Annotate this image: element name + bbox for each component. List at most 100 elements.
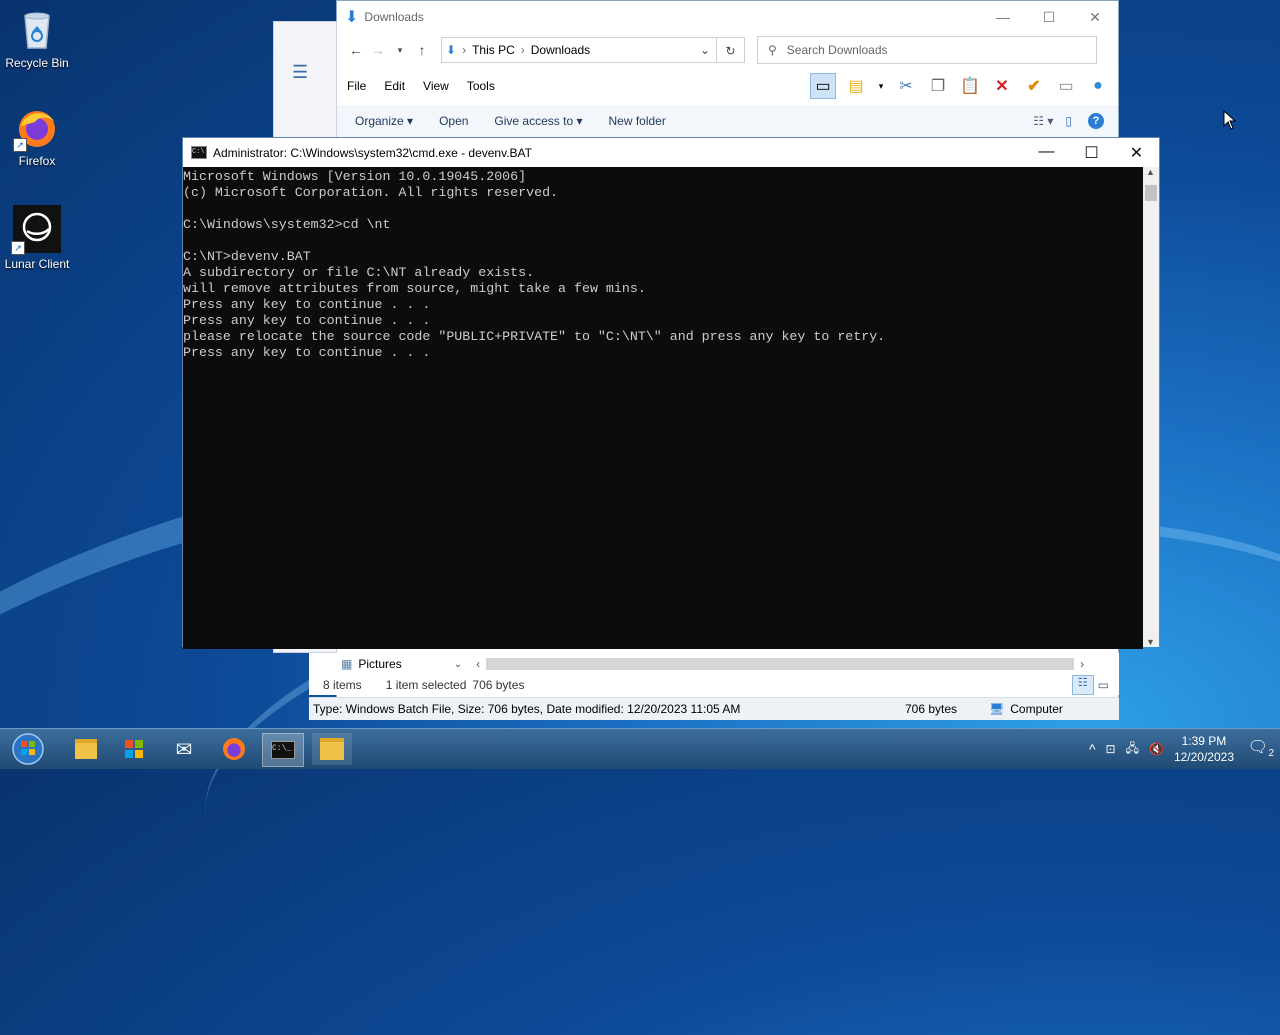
preview-pane-toggle-icon[interactable]: ▯ (1065, 114, 1072, 128)
large-icons-view-icon[interactable]: ▭ (1098, 678, 1109, 692)
mouse-cursor-icon (1223, 109, 1237, 133)
console-line: C:\Windows\system32>cd \nt (183, 217, 391, 232)
minimize-button[interactable]: — (1024, 143, 1069, 163)
taskbar-firefox[interactable] (214, 733, 254, 765)
scroll-left-icon[interactable]: ‹ (476, 657, 480, 671)
console-line: please relocate the source code "PUBLIC+… (183, 329, 886, 344)
taskbar-store[interactable] (114, 733, 154, 765)
search-icon: ⚲ (768, 43, 777, 57)
menu-view[interactable]: View (423, 79, 449, 93)
menu-tools[interactable]: Tools (467, 79, 495, 93)
delete-icon[interactable]: ✕ (990, 74, 1014, 98)
location-label: Computer (1010, 702, 1063, 716)
maximize-button[interactable]: ☐ (1069, 143, 1114, 163)
taskbar-folder[interactable] (312, 733, 352, 765)
cmd-window[interactable]: C:\ Administrator: C:\Windows\system32\c… (182, 137, 1160, 649)
globe-icon[interactable]: ● (1086, 74, 1110, 98)
recent-dropdown-icon[interactable]: ▾ (389, 45, 411, 56)
desktop-icon-recycle-bin[interactable]: Recycle Bin (0, 8, 74, 70)
search-placeholder: Search Downloads (786, 43, 888, 57)
organize-label: Organize (355, 114, 404, 128)
new-folder-button[interactable]: New folder (608, 114, 665, 128)
start-button[interactable] (8, 733, 48, 765)
network-icon[interactable]: 🖧 (1126, 739, 1139, 760)
minimize-button[interactable]: — (980, 9, 1026, 26)
volume-muted-icon[interactable]: 🔇 (1149, 742, 1164, 756)
back-arrow-icon[interactable]: ← (345, 42, 367, 58)
vertical-scrollbar[interactable]: ▲ ▼ (1143, 167, 1159, 647)
location-info: 🖥 Computer (989, 702, 1119, 716)
item-count: 8 items (323, 678, 362, 692)
clock[interactable]: 1:39 PM 12/20/2023 (1174, 733, 1234, 765)
refresh-button[interactable]: ↻ (717, 37, 745, 63)
taskbar: ✉ C:\_ ^ ⊡ 🖧 🔇 1:39 PM 12/20/2023 🗨 2 (0, 728, 1280, 769)
horizontal-scrollbar[interactable] (486, 658, 1075, 670)
usb-device-icon[interactable]: ⊡ (1106, 742, 1116, 756)
system-tray: ^ ⊡ 🖧 🔇 1:39 PM 12/20/2023 (1089, 729, 1234, 769)
organize-button[interactable]: Organize ▾ (355, 114, 413, 128)
clock-time: 1:39 PM (1181, 734, 1227, 748)
menu-file[interactable]: File (347, 79, 366, 93)
forward-arrow-icon[interactable]: → (367, 42, 389, 58)
desktop-icon-label: Lunar Client (4, 257, 70, 271)
window-title: Administrator: C:\Windows\system32\cmd.e… (213, 145, 532, 160)
chevron-right-icon: › (520, 43, 525, 57)
paste-icon[interactable]: 📋 (958, 74, 982, 98)
taskbar-cmd[interactable]: C:\_ (262, 733, 304, 767)
file-info: Type: Windows Batch File, Size: 706 byte… (313, 702, 741, 716)
console-line: Microsoft Windows [Version 10.0.19045.20… (183, 169, 527, 184)
downloads-arrow-icon: ⬇ (345, 9, 359, 26)
menu-edit[interactable]: Edit (384, 79, 405, 93)
clock-date: 12/20/2023 (1173, 750, 1234, 764)
breadcrumb-this-pc[interactable]: This PC (472, 43, 515, 57)
console-line: Press any key to continue . . . (183, 313, 431, 328)
nav-item-pictures[interactable]: Pictures (358, 657, 401, 671)
menu-bar: File Edit View Tools ▭ ▤ ▾ ✂ ❐ 📋 ✕ ✔ ▭ ● (337, 67, 1118, 105)
chevron-down-icon[interactable]: ⌄ (454, 659, 462, 670)
view-options-icon[interactable]: ☷ ▾ (1033, 114, 1053, 128)
breadcrumb-downloads[interactable]: Downloads (531, 43, 590, 57)
rename-icon[interactable]: ▭ (1054, 74, 1078, 98)
computer-icon: 🖥 (989, 702, 1005, 716)
desktop-icon-lunar-client[interactable]: ↗ Lunar Client (0, 205, 74, 271)
up-arrow-icon[interactable]: ↑ (411, 42, 433, 58)
scroll-up-icon[interactable]: ▲ (1146, 167, 1155, 177)
address-bar[interactable]: ⬇ › This PC › Downloads ⌄ (441, 37, 717, 63)
details-view-icon[interactable]: ☷ (1071, 675, 1094, 695)
copy-icon[interactable]: ❐ (926, 74, 950, 98)
window-title: Downloads (364, 10, 424, 24)
close-button[interactable]: ✕ (1114, 143, 1159, 163)
taskbar-file-explorer[interactable] (66, 733, 106, 765)
folder-icon (320, 738, 344, 760)
mail-icon: ✉ (175, 738, 193, 761)
address-row: ← → ▾ ↑ ⬇ › This PC › Downloads ⌄ ↻ ⚲ Se… (337, 33, 1118, 67)
lunar-client-icon: ↗ (11, 205, 61, 255)
notification-center-icon[interactable]: 🗨 2 (1248, 737, 1274, 759)
maximize-button[interactable]: ☐ (1026, 9, 1072, 26)
chevron-down-icon[interactable]: ⌄ (700, 43, 710, 57)
desktop-icon-firefox[interactable]: ↗ Firefox (0, 106, 74, 168)
hamburger-icon[interactable]: ☰ (292, 62, 336, 83)
search-input[interactable]: ⚲ Search Downloads (757, 36, 1097, 64)
open-button[interactable]: Open (439, 114, 468, 128)
cut-icon[interactable]: ✂ (894, 74, 918, 98)
close-button[interactable]: ✕ (1072, 9, 1118, 26)
give-access-button[interactable]: Give access to ▾ (494, 114, 582, 128)
taskbar-mail[interactable]: ✉ (164, 733, 204, 765)
checkmark-icon[interactable]: ✔ (1022, 74, 1046, 98)
preview-pane-icon[interactable]: ▭ (810, 73, 836, 99)
firefox-icon (223, 738, 245, 760)
scroll-thumb[interactable] (1145, 185, 1157, 201)
scroll-right-icon[interactable]: › (1080, 657, 1084, 671)
chevron-up-icon[interactable]: ^ (1089, 741, 1096, 757)
shortcut-arrow-icon: ↗ (13, 138, 27, 152)
help-icon[interactable]: ? (1088, 113, 1104, 129)
console-output[interactable]: Microsoft Windows [Version 10.0.19045.20… (183, 167, 1143, 649)
chevron-down-icon[interactable]: ▾ (876, 74, 886, 98)
properties-icon[interactable]: ▤ (844, 74, 868, 98)
selected-size: 706 bytes (472, 678, 525, 692)
status-bar: 8 items 1 item selected 706 bytes ☷ ▭ (309, 675, 1119, 695)
scroll-down-icon[interactable]: ▼ (1146, 637, 1155, 647)
